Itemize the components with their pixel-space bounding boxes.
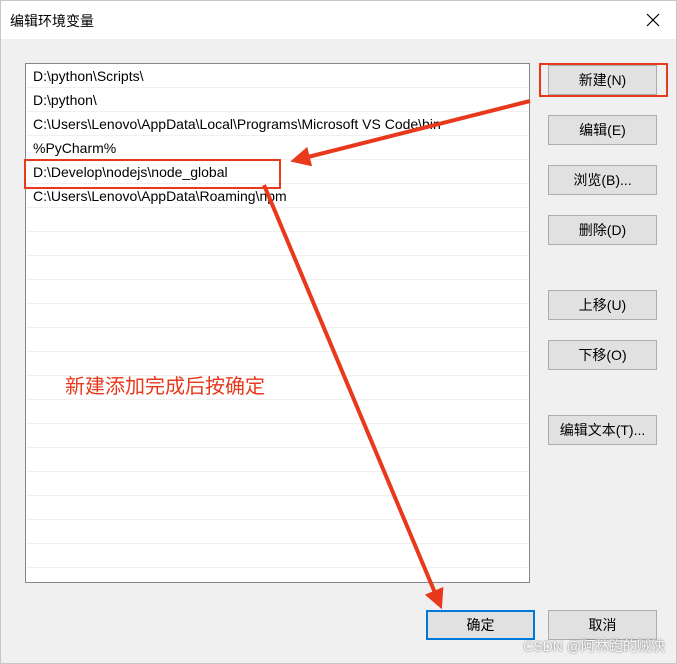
arrow-to-path-item bbox=[290, 99, 531, 167]
arrow-to-ok-button bbox=[262, 184, 444, 610]
watermark: CSDN @阿林跑的贼快 bbox=[523, 638, 665, 654]
annotation-text: 新建添加完成后按确定 bbox=[65, 376, 265, 398]
annotation-arrows bbox=[262, 99, 531, 610]
